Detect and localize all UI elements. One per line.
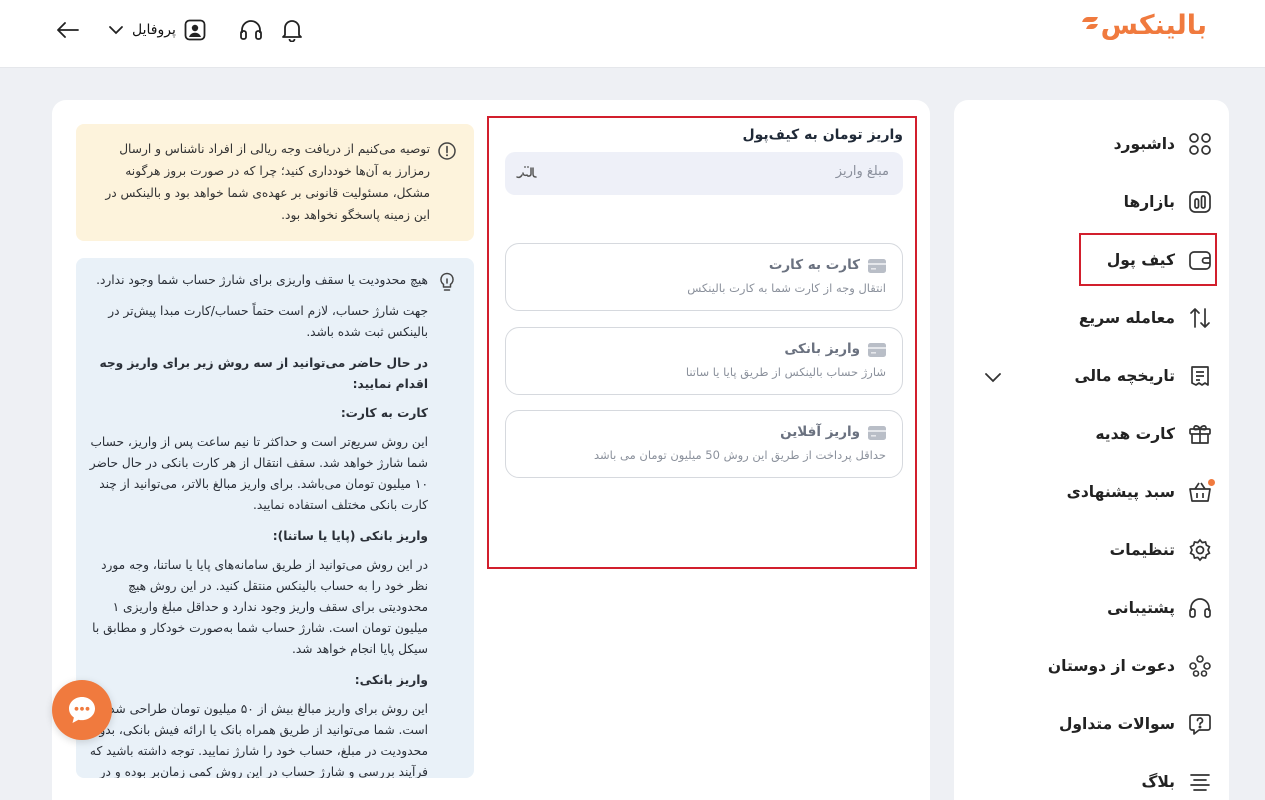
receipt-icon: [1187, 363, 1213, 389]
headset-icon[interactable]: [239, 18, 263, 42]
logo-text: بالینکس: [1100, 10, 1207, 41]
sidebar-item-invite-friends[interactable]: دعوت از دوستان: [954, 644, 1229, 688]
info-paragraph: این روش برای واریز مبالغ بیش از ۵۰ میلیو…: [89, 702, 428, 778]
headset-icon: [1187, 595, 1213, 621]
info-paragraph: هیچ محدودیت یا سقف واریزی برای شارژ حساب…: [96, 273, 428, 287]
top-header: بالینکس پروفایل: [0, 0, 1265, 68]
main-card: توصیه می‌کنیم از دریافت وجه ریالی از افر…: [52, 100, 930, 800]
warning-box: توصیه می‌کنیم از دریافت وجه ریالی از افر…: [76, 124, 474, 241]
info-box: هیچ محدودیت یا سقف واریزی برای شارژ حساب…: [76, 258, 474, 778]
sidebar-item-label: داشبورد: [1113, 135, 1175, 153]
sidebar-item-label: کارت هدیه: [1095, 425, 1175, 443]
card-icon: [868, 425, 886, 444]
sidebar-item-label: بلاگ: [1141, 773, 1175, 791]
markets-icon: [1187, 189, 1213, 215]
sidebar-item-label: بازارها: [1123, 193, 1175, 211]
notification-dot: [1208, 479, 1215, 486]
sidebar-item-label: معامله سریع: [1078, 309, 1175, 327]
sidebar-item-label: تنظیمات: [1109, 541, 1175, 559]
sidebar: داشبورد بازارها کیف پول معامله سریع تاری…: [954, 100, 1229, 800]
amount-field: [505, 152, 903, 195]
sidebar-item-dashboard[interactable]: داشبورد: [954, 122, 1229, 166]
method-title: کارت به کارت: [768, 257, 860, 273]
grid-icon: [1187, 131, 1213, 157]
toman-currency-icon: [515, 164, 537, 184]
sidebar-item-label: سوالات متداول: [1058, 715, 1175, 733]
chat-bubble-icon: [69, 697, 95, 723]
question-icon: [1187, 711, 1213, 737]
menu-lines-icon: [1187, 769, 1213, 795]
chevron-down-icon[interactable]: [984, 368, 1002, 387]
info-heading: کارت به کارت:: [340, 406, 428, 420]
deposit-panel: واریز تومان به کیف‌پول کارت به کارت انتق…: [487, 116, 917, 569]
card-icon: [868, 258, 886, 277]
card-icon: [868, 342, 886, 361]
method-offline-deposit[interactable]: واریز آفلاین حداقل پرداخت از طریق این رو…: [505, 410, 903, 478]
amount-input[interactable]: [569, 164, 889, 179]
sidebar-item-blog[interactable]: بلاگ: [954, 760, 1229, 800]
method-description: حداقل پرداخت از طریق این روش 50 میلیون ت…: [593, 448, 886, 462]
method-card-to-card[interactable]: کارت به کارت انتقال وجه از کارت شما به ک…: [505, 243, 903, 311]
info-paragraph: جهت شارژ حساب، لازم است حتماً حساب/کارت …: [108, 304, 428, 339]
logo-mark-icon: [1081, 17, 1097, 29]
swap-arrows-icon: [1187, 305, 1213, 331]
gear-icon: [1187, 537, 1213, 563]
info-heading: واریز بانکی:: [354, 673, 428, 687]
lightbulb-icon: [438, 272, 456, 296]
logo[interactable]: بالینکس: [1081, 10, 1207, 41]
sidebar-item-markets[interactable]: بازارها: [954, 180, 1229, 224]
info-heading: واریز بانکی (پایا یا ساتنا):: [272, 529, 428, 543]
info-paragraph: این روش سریع‌تر است و حداکثر تا نیم ساعت…: [89, 435, 428, 512]
warning-icon: [438, 142, 456, 164]
method-title: واریز بانکی: [784, 341, 860, 357]
method-description: انتقال وجه از کارت شما به کارت بالینکس: [687, 281, 886, 295]
basket-icon: [1187, 479, 1215, 505]
sidebar-item-suggested-basket[interactable]: سبد پیشنهادی: [954, 470, 1229, 514]
sidebar-item-support[interactable]: پشتیبانی: [954, 586, 1229, 630]
sidebar-item-settings[interactable]: تنظیمات: [954, 528, 1229, 572]
back-arrow-icon[interactable]: [56, 18, 80, 42]
profile-label: پروفایل: [132, 22, 176, 38]
gift-icon: [1187, 421, 1213, 447]
method-description: شارژ حساب بالینکس از طریق پایا یا ساتنا: [685, 365, 886, 379]
chat-button[interactable]: [52, 680, 112, 740]
warning-text: توصیه می‌کنیم از دریافت وجه ریالی از افر…: [105, 142, 430, 222]
method-bank-transfer[interactable]: واریز بانکی شارژ حساب بالینکس از طریق پا…: [505, 327, 903, 395]
sidebar-item-label: دعوت از دوستان: [1047, 657, 1175, 675]
sidebar-item-gift-card[interactable]: کارت هدیه: [954, 412, 1229, 456]
active-item-highlight: [1079, 233, 1217, 286]
chevron-down-icon: [109, 26, 123, 35]
people-icon: [1187, 653, 1213, 679]
sidebar-item-faq[interactable]: سوالات متداول: [954, 702, 1229, 746]
info-paragraph: در این روش می‌توانید از طریق سامانه‌های …: [92, 558, 428, 656]
deposit-title: واریز تومان به کیف‌پول: [742, 127, 903, 143]
sidebar-item-quick-trade[interactable]: معامله سریع: [954, 296, 1229, 340]
method-title: واریز آفلاین: [780, 424, 860, 440]
bell-icon[interactable]: [280, 18, 304, 42]
sidebar-item-label: سبد پیشنهادی: [1066, 483, 1175, 501]
sidebar-item-label: پشتیبانی: [1107, 599, 1175, 617]
profile-menu[interactable]: پروفایل: [108, 17, 206, 43]
info-heading: در حال حاضر می‌توانید از سه روش زیر برای…: [99, 356, 428, 391]
sidebar-item-label: تاریخچه مالی: [1074, 367, 1175, 385]
user-icon: [184, 19, 206, 41]
info-content: هیچ محدودیت یا سقف واریزی برای شارژ حساب…: [88, 270, 428, 778]
